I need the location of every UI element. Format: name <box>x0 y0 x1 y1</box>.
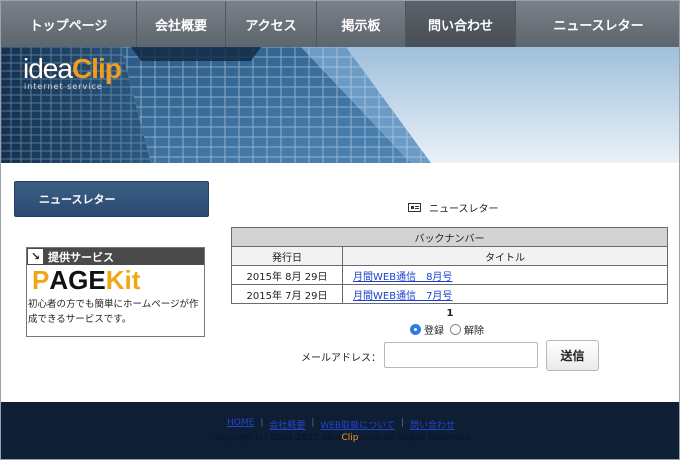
top-navigation: トップページ 会社概要 アクセス 掲示板 問い合わせ ニュースレター <box>1 1 679 47</box>
page-frame: トップページ 会社概要 アクセス 掲示板 問い合わせ ニュースレター ideaC… <box>0 0 680 460</box>
nav-item-bbs[interactable]: 掲示板 <box>317 1 406 47</box>
pagekit-logo[interactable]: P AGE Kit <box>27 265 204 295</box>
radio-unsubscribe-label: 解除 <box>464 326 484 337</box>
table-row: 2015年 8月 29日 月間WEB通信 8月号 <box>231 265 668 285</box>
copyright-suffix: .com All Rights Reserved. <box>358 433 474 443</box>
radio-unchecked-icon[interactable] <box>450 324 461 335</box>
page-number[interactable]: 1 <box>441 308 459 319</box>
email-label: メールアドレス： <box>301 353 381 364</box>
sidebar-newsletter-button[interactable]: ニュースレター <box>14 181 209 217</box>
pagekit-logo-p: P <box>32 265 50 295</box>
header-banner: ideaClip internet service <box>1 47 679 163</box>
service-description: 初心者の方でも簡単にホームページが作成できるサービスです。 <box>28 299 199 325</box>
logo-idea-text: idea <box>23 53 73 84</box>
backnumber-table: バックナンバー 発行日 タイトル 2015年 8月 29日 月間WEB通信 8月… <box>231 227 668 304</box>
row-title-link[interactable]: 月間WEB通信 8月号 <box>353 272 452 283</box>
nav-item-company[interactable]: 会社概要 <box>137 1 226 47</box>
radio-subscribe[interactable]: 登録 <box>410 322 444 337</box>
footer-link-company[interactable]: 会社概要 <box>269 418 305 431</box>
footer-link-contact[interactable]: 問い合わせ <box>410 418 455 431</box>
table-row: 2015年 7月 29日 月間WEB通信 7月号 <box>231 284 668 304</box>
email-field[interactable] <box>384 342 538 368</box>
column-header-title: タイトル <box>342 246 668 266</box>
radio-unsubscribe[interactable]: 解除 <box>450 322 484 337</box>
footer-separator: | <box>311 418 315 428</box>
logo-subtitle: internet service <box>24 82 103 91</box>
nav-item-contact[interactable]: 問い合わせ <box>406 1 516 47</box>
footer-separator: | <box>400 418 404 428</box>
content-title: ニュースレター <box>408 200 499 215</box>
nav-item-top[interactable]: トップページ <box>1 1 137 47</box>
site-logo[interactable]: ideaClip <box>23 53 122 84</box>
subscribe-radio-group: 登録 解除 <box>410 322 490 337</box>
service-heading-label: 提供サービス <box>48 250 114 264</box>
footer-links: HOME | 会社概要 | WEB取扱について | 問い合わせ <box>1 418 679 431</box>
pagekit-logo-kit: Kit <box>105 265 141 295</box>
arrow-down-right-icon: ↘ <box>27 248 44 265</box>
column-header-date: 発行日 <box>231 246 343 266</box>
row-title-link[interactable]: 月間WEB通信 7月号 <box>353 291 452 302</box>
service-box[interactable]: ↘ 提供サービス P AGE Kit 初心者の方でも簡単にホームページが作成できるサ… <box>26 247 205 337</box>
pagekit-logo-age: AGE <box>49 265 106 295</box>
footer-link-web[interactable]: WEB取扱について <box>320 418 395 431</box>
radio-subscribe-label: 登録 <box>424 326 444 337</box>
copyright-prefix: Copyright (c) 2004-2012 idea <box>208 433 342 443</box>
logo-clip-text: Clip <box>71 53 122 84</box>
copyright-text: Copyright (c) 2004-2012 ideaClip.com All… <box>1 433 679 443</box>
send-button[interactable]: 送信 <box>546 340 599 371</box>
service-heading: ↘ 提供サービス <box>27 248 204 265</box>
copyright-clip: Clip <box>341 433 359 443</box>
row-date: 2015年 7月 29日 <box>231 284 343 304</box>
nav-item-access[interactable]: アクセス <box>226 1 317 47</box>
table-caption: バックナンバー <box>231 227 668 247</box>
footer: HOME | 会社概要 | WEB取扱について | 問い合わせ Copyrigh… <box>1 402 679 459</box>
footer-separator: | <box>260 418 264 428</box>
radio-checked-icon[interactable] <box>410 324 421 335</box>
newsletter-card-icon <box>408 202 421 212</box>
content-title-label: ニュースレター <box>429 203 499 215</box>
nav-item-newsletter[interactable]: ニュースレター <box>516 1 679 47</box>
footer-link-home[interactable]: HOME <box>227 418 254 431</box>
row-date: 2015年 8月 29日 <box>231 265 343 285</box>
